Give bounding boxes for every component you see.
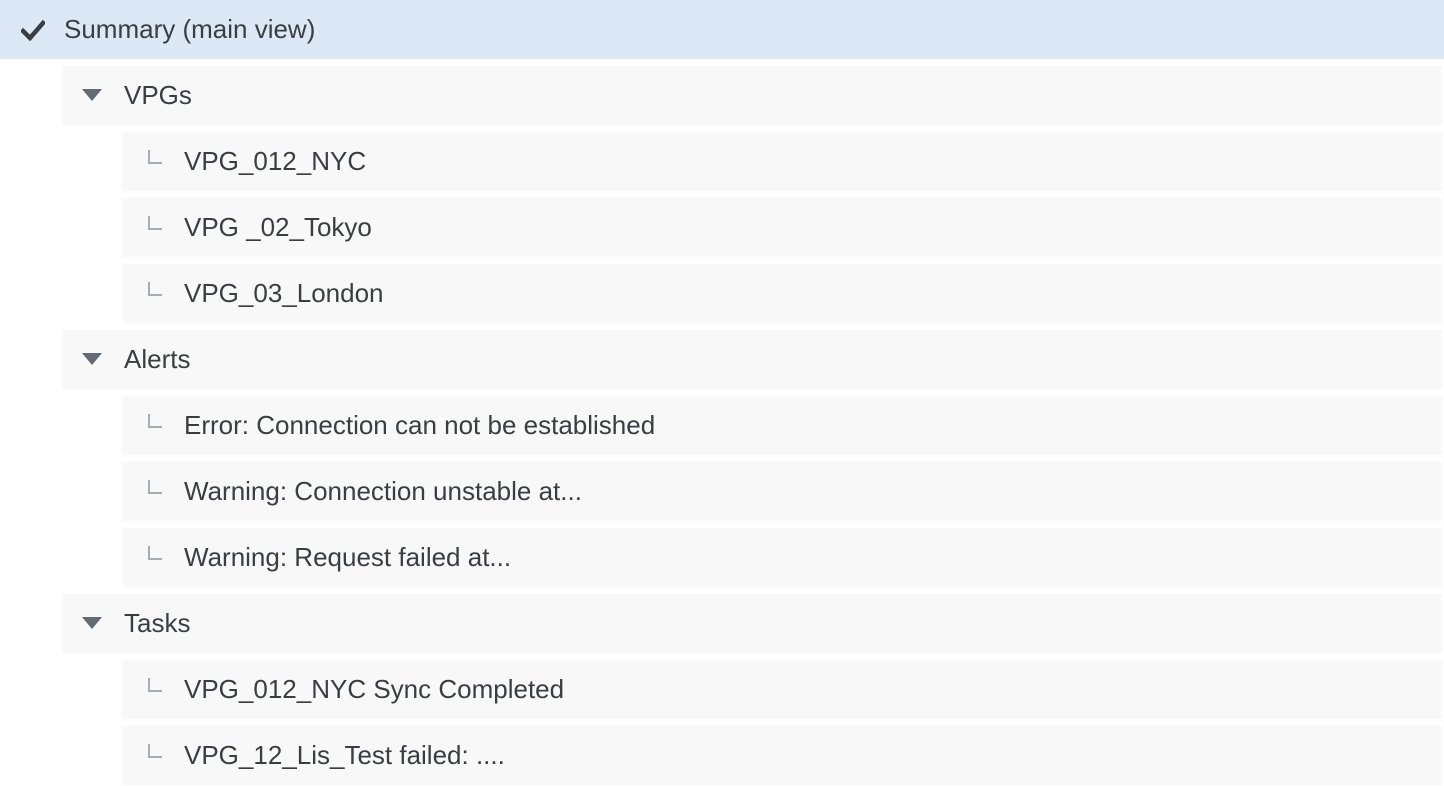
caret-down-icon[interactable] bbox=[81, 616, 103, 630]
caret-down-icon[interactable] bbox=[81, 352, 103, 366]
tree-elbow-icon bbox=[148, 480, 162, 494]
summary-tree: Summary (main view) VPGs VPG_012_NYC VPG… bbox=[0, 0, 1444, 786]
tree-group-vpgs[interactable]: VPGs bbox=[62, 66, 1442, 125]
tree-elbow-icon bbox=[148, 150, 162, 164]
tree-item[interactable]: VPG_03_London bbox=[122, 264, 1442, 323]
tree-item[interactable]: Warning: Request failed at... bbox=[122, 528, 1442, 587]
tree-item-label: VPG _02_Tokyo bbox=[184, 212, 372, 242]
tree-item[interactable]: Error: Connection can not be established bbox=[122, 396, 1442, 455]
tree-item-label: VPG_012_NYC Sync Completed bbox=[184, 674, 565, 704]
tree-item[interactable]: VPG_12_Lis_Test failed: .... bbox=[122, 726, 1442, 785]
tree-item-summary[interactable]: Summary (main view) bbox=[0, 0, 1444, 59]
tree-group-label: Tasks bbox=[124, 608, 191, 638]
tree-item-label: VPG_012_NYC bbox=[184, 146, 367, 176]
tree-item[interactable]: Warning: Connection unstable at... bbox=[122, 462, 1442, 521]
tree-elbow-icon bbox=[148, 414, 162, 428]
tree-item-label: VPG_03_London bbox=[184, 278, 384, 308]
tree-elbow-icon bbox=[148, 744, 162, 758]
tree-elbow-icon bbox=[148, 216, 162, 230]
tree-item[interactable]: VPG _02_Tokyo bbox=[122, 198, 1442, 257]
check-icon bbox=[21, 19, 45, 41]
tree-item-label: Warning: Request failed at... bbox=[184, 542, 512, 572]
tree-group-label: Alerts bbox=[124, 344, 191, 374]
tree-item[interactable]: VPG_012_NYC bbox=[122, 132, 1442, 191]
tree-elbow-icon bbox=[148, 546, 162, 560]
tree-item-label: VPG_12_Lis_Test failed: .... bbox=[184, 740, 505, 770]
tree-item-label: Warning: Connection unstable at... bbox=[184, 476, 582, 506]
tree-item[interactable]: VPG_012_NYC Sync Completed bbox=[122, 660, 1442, 719]
tree-item-label: Error: Connection can not be established bbox=[184, 410, 656, 440]
tree-group-label: VPGs bbox=[124, 80, 192, 110]
tree-elbow-icon bbox=[148, 678, 162, 692]
tree-group-tasks[interactable]: Tasks bbox=[62, 594, 1442, 653]
tree-elbow-icon bbox=[148, 282, 162, 296]
tree-group-alerts[interactable]: Alerts bbox=[62, 330, 1442, 389]
tree-item-label: Summary (main view) bbox=[64, 14, 316, 44]
caret-down-icon[interactable] bbox=[81, 88, 103, 102]
